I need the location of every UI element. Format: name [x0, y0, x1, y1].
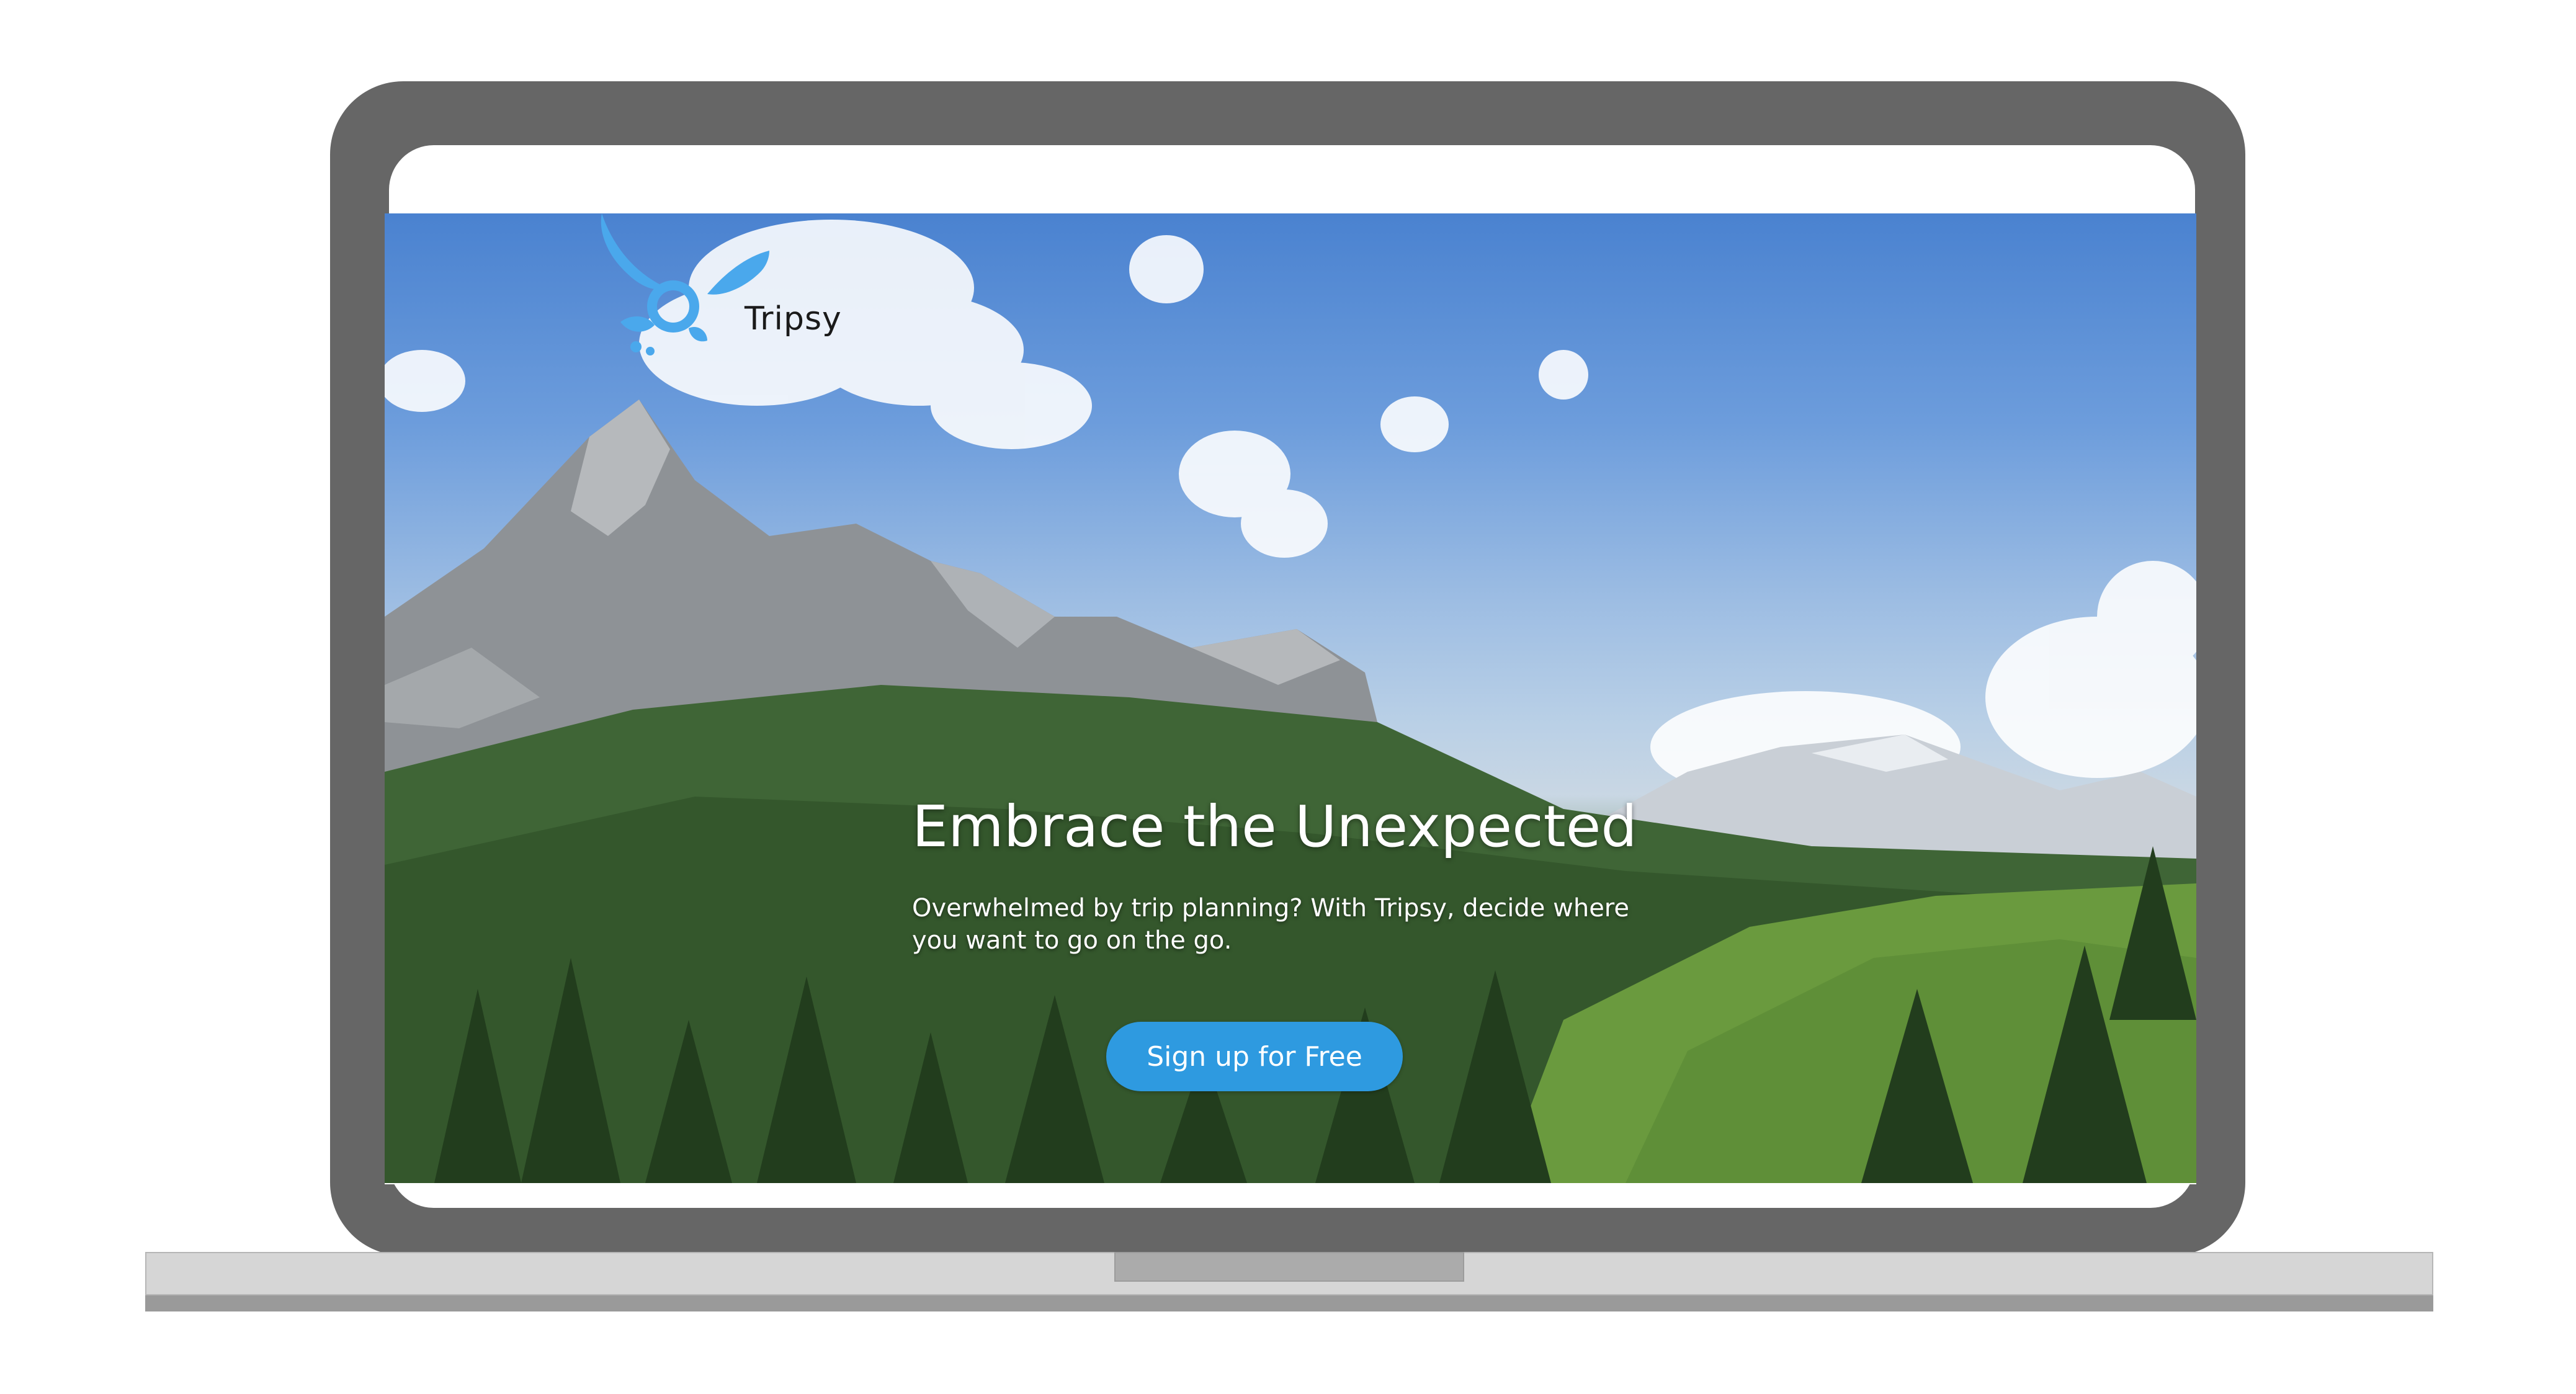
hero-title: Embrace the Unexpected: [912, 793, 1637, 860]
tripsy-logo[interactable]: Tripsy: [589, 213, 850, 362]
hero-subtitle: Overwhelmed by trip planning? With Trips…: [912, 894, 1629, 955]
tripsy-butterfly-logo-icon: [601, 213, 769, 355]
hero-section: Embrace the Unexpected Overwhelmed by tr…: [912, 793, 1719, 957]
brand-name: Tripsy: [745, 300, 842, 337]
laptop-hinge-notch: [1114, 1252, 1464, 1282]
laptop-base-edge: [145, 1295, 2433, 1311]
website-screen: Tripsy Embrace the Unexpected Overwhelme…: [385, 213, 2196, 1184]
sign-up-button[interactable]: Sign up for Free: [1106, 1022, 1403, 1091]
